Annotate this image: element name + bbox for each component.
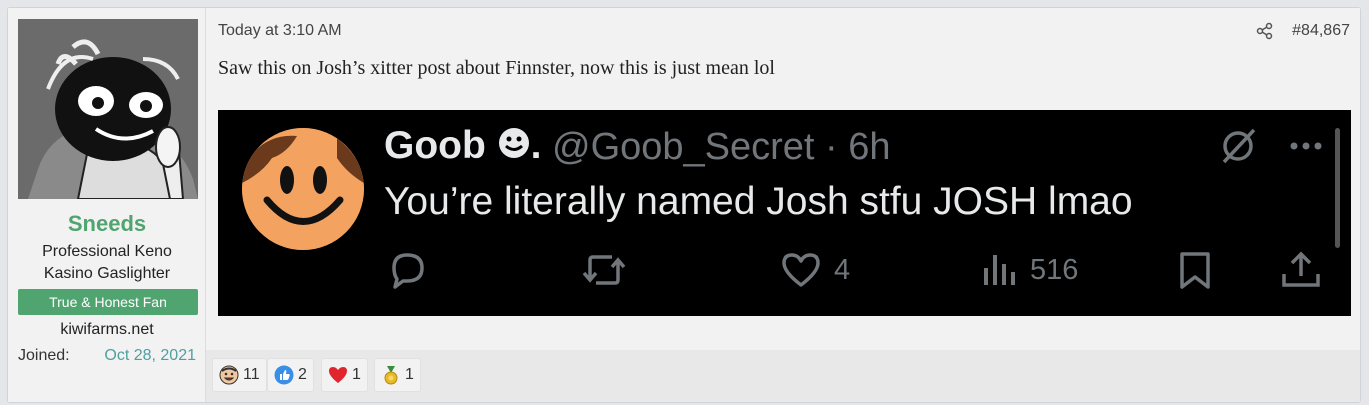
reactions-bar: 11 2 1 1 <box>206 350 1360 402</box>
post-container: Sneeds Professional Keno Kasino Gaslight… <box>7 7 1361 403</box>
tweet-name-suffix: . <box>530 124 542 167</box>
tweet-handle: @Goob_Secret · 6h <box>552 126 891 168</box>
reaction-count: 1 <box>352 366 361 383</box>
avatar[interactable] <box>18 19 198 199</box>
reply-icon <box>392 253 424 289</box>
gold-medal-icon <box>384 366 398 385</box>
views-icon <box>984 255 1015 285</box>
tweet-scrollbar <box>1335 128 1340 248</box>
more-icon <box>1288 134 1324 158</box>
like-action: 4 <box>780 250 850 290</box>
tweet-avatar <box>242 128 364 250</box>
user-title-line2: Kasino Gaslighter <box>43 265 171 282</box>
user-site: kiwifarms.net <box>60 321 154 338</box>
bookmark-icon <box>1180 252 1210 289</box>
share-action <box>1280 250 1322 290</box>
thumbs-up-icon <box>274 365 294 385</box>
share-icon[interactable] <box>1256 22 1274 40</box>
view-count: 516 <box>1030 253 1079 286</box>
user-banner: True & Honest Fan <box>18 289 198 315</box>
heart-outline-icon <box>782 253 820 287</box>
heart-icon <box>329 367 347 383</box>
upload-icon <box>1282 251 1320 287</box>
bookmark-action <box>1176 250 1214 290</box>
user-title: Professional Keno Kasino Gaslighter <box>8 241 206 285</box>
smiley-icon <box>497 126 531 170</box>
tweet-screenshot: Goob . @Goob_Secret · 6h You’re literall… <box>218 110 1351 316</box>
user-sidebar: Sneeds Professional Keno Kasino Gaslight… <box>8 8 206 402</box>
post-content: Today at 3:10 AM #84,867 Saw this on Jos… <box>206 8 1360 350</box>
reaction-winner[interactable]: 1 <box>374 358 421 392</box>
post-timestamp[interactable]: Today at 3:10 AM <box>218 22 342 40</box>
post-message: Saw this on Josh’s xitter post about Fin… <box>218 57 775 79</box>
user-title-line1: Professional Keno <box>42 243 172 260</box>
username[interactable]: Sneeds <box>8 211 206 237</box>
repost-action <box>580 250 628 290</box>
reaction-like[interactable]: 2 <box>267 358 314 392</box>
grok-icon <box>1218 126 1258 166</box>
laughing-face-icon <box>219 365 239 385</box>
joined-date: Oct 28, 2021 <box>104 347 196 364</box>
post-number[interactable]: #84,867 <box>1292 22 1350 40</box>
reply-action <box>386 250 428 290</box>
like-count: 4 <box>834 253 851 286</box>
joined-label: Joined: <box>18 347 70 364</box>
reaction-laughing[interactable]: 11 <box>212 358 267 392</box>
reaction-count: 2 <box>298 366 307 383</box>
tweet-display-name: Goob . <box>384 124 542 170</box>
tweet-name-text: Goob <box>384 124 486 167</box>
reaction-count: 1 <box>405 366 414 383</box>
repost-icon <box>582 255 626 285</box>
tweet-text: You’re literally named Josh stfu JOSH lm… <box>384 180 1133 223</box>
views-action: 516 <box>980 250 1078 290</box>
reaction-count: 11 <box>243 366 260 383</box>
reaction-love[interactable]: 1 <box>321 358 368 392</box>
